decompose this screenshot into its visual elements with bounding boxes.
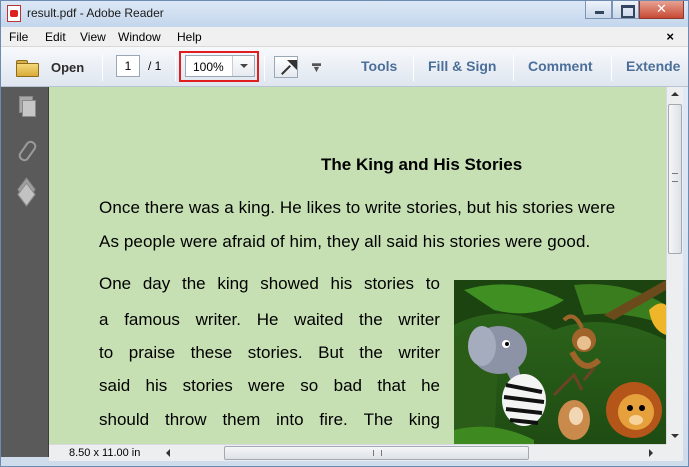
justified-line: One day the king showed his stories to bbox=[99, 274, 440, 293]
page-total: / 1 bbox=[148, 59, 162, 73]
fill-sign-pane-link[interactable]: Fill & Sign bbox=[428, 58, 496, 74]
full-screen-button[interactable] bbox=[274, 56, 298, 78]
scroll-left-arrow-icon[interactable] bbox=[161, 445, 177, 461]
page-size-label: 8.50 x 11.00 in bbox=[69, 447, 141, 459]
zoom-select[interactable]: 100% bbox=[185, 55, 255, 77]
comment-pane-link[interactable]: Comment bbox=[528, 58, 593, 74]
justified-line: to praise these stories. But the writer bbox=[99, 343, 440, 362]
scroll-down-arrow-icon[interactable] bbox=[667, 428, 683, 444]
toolbar: Open 1 / 1 100% ▬ ▼ Tools Fill & Sign Com… bbox=[1, 47, 688, 87]
page-thumbnails-icon[interactable] bbox=[15, 95, 37, 117]
folder-icon bbox=[15, 58, 39, 77]
minimize-button[interactable] bbox=[585, 1, 612, 19]
toolbar-divider bbox=[175, 55, 176, 81]
toolbar-divider bbox=[413, 55, 414, 81]
paragraph-line: Once there was a king. He likes to write… bbox=[99, 198, 616, 217]
close-button[interactable]: ✕ bbox=[639, 1, 684, 19]
close-document-icon[interactable]: × bbox=[666, 29, 674, 44]
justified-line: said his stories were so bad that he bbox=[99, 376, 440, 395]
document-view[interactable]: The King and His Stories Once there was … bbox=[49, 87, 666, 444]
toolbar-divider bbox=[264, 55, 265, 81]
menu-view[interactable]: View bbox=[80, 30, 106, 44]
status-bar: 8.50 x 11.00 in bbox=[49, 444, 683, 461]
more-tools-icon[interactable]: ▬ ▼ bbox=[312, 59, 321, 74]
open-button[interactable]: Open bbox=[15, 56, 84, 78]
vertical-scroll-thumb[interactable] bbox=[668, 104, 682, 254]
toolbar-divider bbox=[611, 55, 612, 81]
vertical-scrollbar[interactable] bbox=[666, 87, 683, 444]
paragraph-line: As people were afraid of him, they all s… bbox=[99, 232, 591, 251]
toolbar-divider bbox=[102, 55, 103, 81]
toolbar-divider bbox=[513, 55, 514, 81]
chevron-down-icon[interactable] bbox=[232, 56, 254, 76]
jungle-animals-image bbox=[454, 280, 666, 444]
navigation-pane bbox=[1, 87, 49, 457]
window-controls: ✕ bbox=[585, 1, 684, 19]
menu-bar: File Edit View Window Help × bbox=[1, 27, 688, 47]
maximize-button[interactable] bbox=[612, 1, 639, 19]
pdf-file-icon bbox=[7, 5, 21, 22]
tools-pane-link[interactable]: Tools bbox=[361, 58, 397, 74]
menu-help[interactable]: Help bbox=[177, 30, 202, 44]
jungle-illustration bbox=[454, 280, 666, 444]
justified-line: should throw them into fire. The king bbox=[99, 410, 440, 429]
scroll-up-arrow-icon[interactable] bbox=[667, 87, 683, 103]
horizontal-scroll-thumb[interactable] bbox=[224, 446, 529, 460]
title-bar: result.pdf - Adobe Reader ✕ bbox=[1, 1, 688, 27]
scrollbar-corner bbox=[666, 444, 683, 461]
menu-edit[interactable]: Edit bbox=[45, 30, 66, 44]
document-title: The King and His Stories bbox=[321, 155, 523, 174]
menu-window[interactable]: Window bbox=[118, 30, 161, 44]
layers-icon[interactable] bbox=[15, 179, 37, 201]
extended-pane-link[interactable]: Extende bbox=[626, 58, 680, 74]
scroll-right-arrow-icon[interactable] bbox=[643, 445, 659, 461]
zoom-value: 100% bbox=[193, 60, 224, 74]
justified-line: a famous writer. He waited the writer bbox=[99, 310, 440, 329]
open-label: Open bbox=[51, 59, 85, 75]
attachments-icon[interactable] bbox=[15, 139, 37, 161]
adobe-reader-window: result.pdf - Adobe Reader ✕ File Edit Vi… bbox=[0, 0, 689, 467]
menu-file[interactable]: File bbox=[9, 30, 28, 44]
window-title: result.pdf - Adobe Reader bbox=[27, 6, 164, 20]
page-number-input[interactable]: 1 bbox=[116, 55, 140, 77]
